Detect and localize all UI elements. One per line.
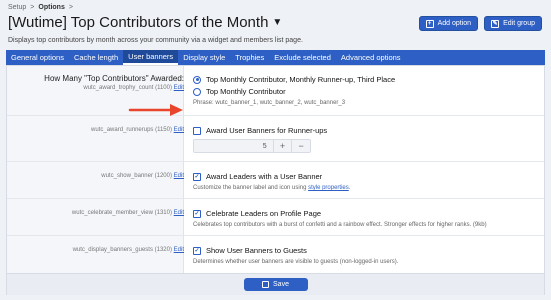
breadcrumb-options[interactable]: Options (38, 4, 64, 11)
row-celebrate-control: ✓ Celebrate Leaders on Profile Page Cele… (193, 208, 541, 228)
row-show-banner-control: ✓ Award Leaders with a User Banner Custo… (193, 171, 541, 191)
page-description: Displays top contributors by month acros… (8, 37, 303, 44)
plus-icon: + (425, 19, 434, 28)
row-awarded-key: wutc_award_trophy_count (1100) (83, 85, 172, 91)
edit-group-label: Edit group (503, 20, 535, 27)
show-banner-checkbox-row[interactable]: ✓ Award Leaders with a User Banner (193, 171, 541, 182)
edit-icon: ✎ (491, 19, 500, 28)
tab-trophies[interactable]: Trophies (230, 50, 269, 65)
stepper-plus-button[interactable]: + (272, 140, 292, 152)
row-show-banner-edit-link[interactable]: Edit (174, 173, 184, 179)
checkbox-unchecked-icon[interactable] (193, 126, 201, 135)
row-awarded-control: Top Monthly Contributor, Monthly Runner-… (193, 74, 541, 106)
show-banner-hint-suffix: . (348, 185, 351, 191)
divider (7, 235, 544, 236)
row-guests-control: ✓ Show User Banners to Guests Determines… (193, 245, 541, 265)
tab-user-banners[interactable]: User banners (123, 50, 179, 65)
arrow-annotation-icon (128, 104, 183, 116)
radio-option-three-label: Top Monthly Contributor, Monthly Runner-… (206, 75, 396, 84)
celebrate-checkbox-row[interactable]: ✓ Celebrate Leaders on Profile Page (193, 208, 541, 219)
row-guests-key: wutc_display_banners_guests (1320) (72, 247, 172, 253)
tab-advanced-options[interactable]: Advanced options (336, 50, 406, 65)
row-runnerups-label: wutc_award_runnerups (1150) Edit (91, 127, 184, 133)
breadcrumb-separator: > (68, 4, 73, 11)
radio-option-one-label: Top Monthly Contributor (206, 87, 286, 96)
options-panel: How Many "Top Contributors" Awarded: wut… (6, 65, 545, 295)
row-show-banner-key: wutc_show_banner (1200) (101, 173, 172, 179)
breadcrumb: Setup > Options > (8, 4, 73, 11)
radio-option-three[interactable]: Top Monthly Contributor, Monthly Runner-… (193, 74, 541, 85)
save-icon (262, 281, 270, 288)
row-celebrate-label: wutc_celebrate_member_view (1310) Edit (72, 210, 184, 216)
tab-cache-length[interactable]: Cache length (69, 50, 123, 65)
row-awarded-title: How Many "Top Contributors" Awarded: (44, 74, 184, 83)
breadcrumb-setup[interactable]: Setup (8, 4, 26, 11)
add-option-label: Add option (437, 20, 472, 27)
row-show-banner-label: wutc_show_banner (1200) Edit (101, 173, 184, 179)
checkbox-checked-icon[interactable]: ✓ (193, 172, 201, 181)
row-awarded-edit-link[interactable]: Edit (174, 85, 184, 91)
style-properties-link[interactable]: style properties (308, 185, 349, 191)
breadcrumb-separator: > (30, 4, 35, 11)
runnerups-checkbox-label: Award User Banners for Runner-ups (206, 126, 328, 135)
stepper-minus-button[interactable]: − (291, 140, 310, 152)
header-buttons: + Add option ✎ Edit group (418, 16, 542, 31)
row-runnerups-key: wutc_award_runnerups (1150) (91, 127, 172, 133)
row-celebrate-key: wutc_celebrate_member_view (1310) (71, 210, 172, 216)
stepper-value[interactable]: 5 (194, 140, 273, 152)
celebrate-hint: Celebrates top contributors with a burst… (193, 222, 487, 228)
row-runnerups-control: Award User Banners for Runner-ups 5 + − (193, 125, 541, 153)
caret-down-icon[interactable]: ▼ (272, 17, 282, 28)
show-banner-checkbox-label: Award Leaders with a User Banner (206, 172, 323, 181)
checkbox-checked-icon[interactable]: ✓ (193, 246, 201, 255)
divider (7, 198, 544, 199)
celebrate-checkbox-label: Celebrate Leaders on Profile Page (206, 209, 322, 218)
radio-selected-icon[interactable] (193, 75, 201, 84)
radio-unselected-icon[interactable] (193, 87, 201, 96)
row-guests-edit-link[interactable]: Edit (174, 247, 184, 253)
tab-exclude-selected[interactable]: Exclude selected (269, 50, 336, 65)
show-banner-hint: Customize the banner label and icon usin… (193, 185, 541, 191)
divider (7, 115, 544, 116)
runnerups-quantity-stepper: 5 + − (193, 139, 311, 153)
row-runnerups-edit-link[interactable]: Edit (174, 127, 184, 133)
guests-checkbox-row[interactable]: ✓ Show User Banners to Guests (193, 245, 541, 256)
form-footer: Save (7, 273, 544, 295)
row-celebrate-edit-link[interactable]: Edit (174, 210, 184, 216)
divider (7, 161, 544, 162)
runnerups-checkbox-row[interactable]: Award User Banners for Runner-ups (193, 125, 541, 136)
edit-group-button[interactable]: ✎ Edit group (484, 16, 542, 31)
tab-bar: General options Cache length User banner… (6, 50, 545, 65)
guests-hint: Determines whether user banners are visi… (193, 259, 399, 265)
row-awarded-phrase: Phrase: wutc_banner_1, wutc_banner_2, wu… (193, 100, 346, 106)
page-title[interactable]: [Wutime] Top Contributors of the Month ▼ (8, 14, 282, 31)
tab-general-options[interactable]: General options (6, 50, 69, 65)
row-awarded-label: How Many "Top Contributors" Awarded: wut… (44, 74, 184, 91)
save-button[interactable]: Save (243, 278, 308, 291)
save-label: Save (273, 281, 289, 288)
add-option-button[interactable]: + Add option (418, 16, 479, 31)
checkbox-checked-icon[interactable]: ✓ (193, 209, 201, 218)
tab-display-style[interactable]: Display style (178, 50, 230, 65)
show-banner-hint-prefix: Customize the banner label and icon usin… (193, 185, 307, 191)
label-column (7, 66, 184, 273)
radio-option-one[interactable]: Top Monthly Contributor (193, 86, 541, 97)
page-title-text: [Wutime] Top Contributors of the Month (8, 14, 269, 31)
guests-checkbox-label: Show User Banners to Guests (206, 246, 307, 255)
row-guests-label: wutc_display_banners_guests (1320) Edit (73, 247, 184, 253)
